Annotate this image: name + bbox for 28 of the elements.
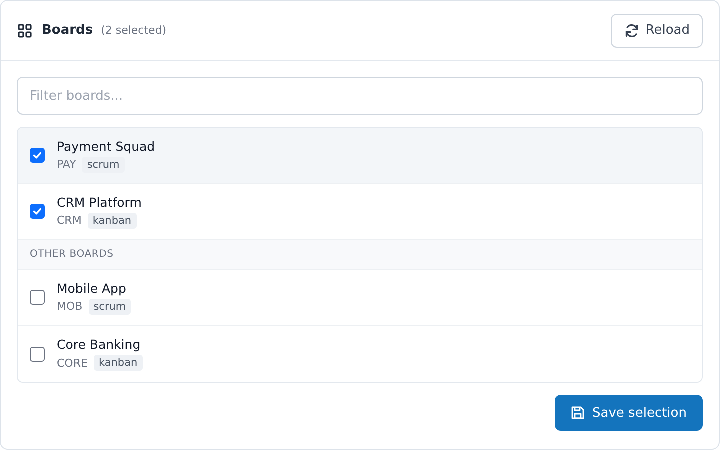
board-name: Core Banking bbox=[57, 337, 142, 352]
save-icon bbox=[570, 406, 585, 420]
board-key: CORE bbox=[57, 356, 88, 370]
board-type-tag: kanban bbox=[94, 355, 143, 371]
board-name: Mobile App bbox=[57, 280, 128, 296]
checkbox[interactable] bbox=[30, 346, 45, 362]
checkbox[interactable] bbox=[30, 204, 45, 219]
panel-title: Boards bbox=[42, 23, 94, 38]
board-key: PAY bbox=[57, 158, 76, 171]
refresh-icon bbox=[624, 22, 640, 38]
filter-field[interactable]: Filter boards... bbox=[17, 77, 703, 115]
reload-button[interactable]: Reload bbox=[610, 14, 703, 48]
board-name: Payment Squad bbox=[57, 138, 156, 154]
board-row[interactable]: Payment Squad PAY scrum bbox=[18, 128, 702, 184]
section-header: OTHER BOARDS bbox=[18, 240, 702, 270]
board-type-tag: scrum bbox=[88, 298, 132, 314]
save-button[interactable]: Save selection bbox=[554, 395, 703, 431]
checkbox[interactable] bbox=[30, 148, 45, 163]
checkmark-icon bbox=[32, 206, 43, 217]
checkbox[interactable] bbox=[30, 290, 45, 305]
board-name: CRM Platform bbox=[57, 194, 142, 210]
selected-count: (2 selected) bbox=[101, 24, 167, 37]
checkmark-icon bbox=[32, 150, 43, 161]
board-type-tag: kanban bbox=[88, 212, 137, 228]
grid-icon bbox=[18, 24, 32, 38]
board-type-tag: scrum bbox=[82, 156, 125, 172]
board-key: MOB bbox=[57, 300, 83, 313]
board-key: CRM bbox=[57, 214, 82, 227]
